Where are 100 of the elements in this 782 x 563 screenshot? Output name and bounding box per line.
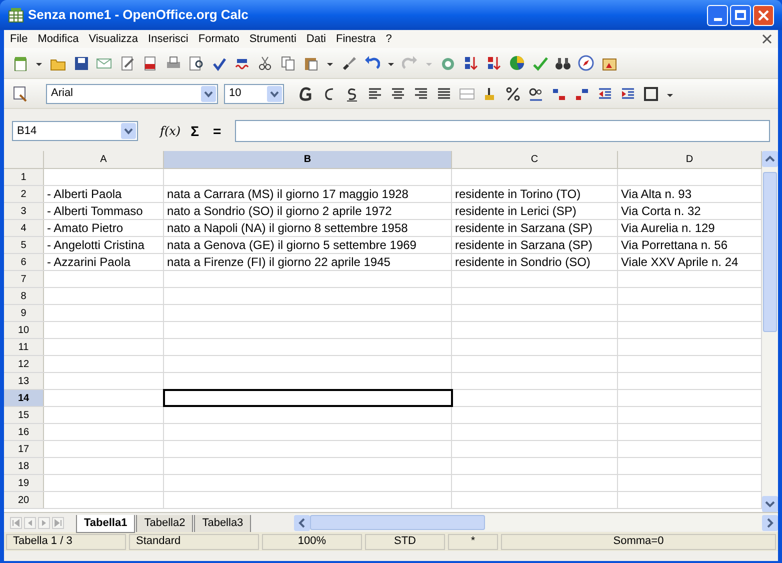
borders-icon[interactable] — [643, 86, 659, 102]
pdf-icon[interactable] — [142, 55, 158, 71]
row-header[interactable]: 4 — [4, 220, 44, 236]
decrease-indent-icon[interactable] — [597, 86, 613, 102]
menu-item[interactable]: File — [10, 30, 28, 48]
sort-ascending-icon[interactable] — [463, 55, 479, 71]
table-cell: residente in Sarzana (SP) — [452, 237, 618, 253]
new-document-icon[interactable] — [12, 55, 28, 71]
menu-item[interactable]: Dati — [306, 30, 326, 48]
print-preview-icon[interactable] — [188, 55, 204, 71]
row-header[interactable]: 13 — [4, 373, 44, 389]
row-header[interactable]: 15 — [4, 407, 44, 423]
spreadsheet-icon — [8, 7, 24, 23]
row-header[interactable]: 5 — [4, 237, 44, 253]
menu-item[interactable]: Finestra — [336, 30, 376, 48]
underline-icon[interactable] — [344, 86, 360, 102]
save-icon[interactable] — [73, 55, 89, 71]
sheet-tab[interactable]: Tabella2 — [136, 514, 194, 532]
justify-icon[interactable] — [436, 86, 452, 102]
table-cell: residente in Torino (TO) — [452, 186, 618, 202]
row-header[interactable]: 3 — [4, 203, 44, 219]
row-header[interactable]: 14 — [4, 390, 44, 406]
scroll-right-icon[interactable] — [762, 514, 778, 530]
name-box[interactable]: B14 — [12, 121, 138, 141]
dropdown-icon[interactable] — [201, 86, 216, 102]
row-header[interactable]: 7 — [4, 271, 44, 287]
menu-item[interactable]: Visualizza — [88, 30, 138, 48]
row-header[interactable]: 12 — [4, 356, 44, 372]
maximize-button[interactable] — [730, 4, 751, 26]
row-header[interactable]: 19 — [4, 475, 44, 491]
percent-icon[interactable] — [505, 86, 521, 102]
copy-icon[interactable] — [280, 55, 296, 71]
navigator-icon[interactable] — [440, 55, 456, 71]
undo-icon[interactable] — [364, 55, 380, 71]
table-cell: - Azzarini Paola — [44, 254, 164, 270]
menu-item[interactable]: Strumenti — [249, 30, 296, 48]
increase-indent-icon[interactable] — [620, 86, 636, 102]
font-size-field[interactable]: 10 — [224, 84, 284, 104]
binoculars-icon[interactable] — [555, 55, 571, 71]
row-header[interactable]: 9 — [4, 305, 44, 321]
menu-item[interactable]: Inserisci — [148, 30, 188, 48]
menu-item[interactable]: Formato — [198, 30, 240, 48]
table-cell: - Angelotti Cristina — [44, 237, 164, 253]
row-header[interactable]: 11 — [4, 339, 44, 355]
window-title: Senza nome1 - OpenOffice.org Calc — [28, 6, 250, 24]
row-header[interactable]: 2 — [4, 186, 44, 202]
align-center-icon[interactable] — [390, 86, 406, 102]
edit-document-icon[interactable] — [119, 55, 135, 71]
sheet-tab[interactable]: Tabella1 — [76, 514, 136, 532]
column-header[interactable]: B — [164, 151, 452, 168]
scroll-down-icon[interactable] — [762, 496, 778, 512]
row-header[interactable]: 6 — [4, 254, 44, 270]
table-cell: residente in Lerici (SP) — [452, 203, 618, 219]
row-header[interactable]: 8 — [4, 288, 44, 304]
row-header[interactable]: 16 — [4, 424, 44, 440]
status-field: * — [448, 534, 498, 550]
formula-button[interactable]: = — [212, 120, 222, 142]
minimize-button[interactable] — [707, 4, 728, 26]
table-cell: nata a Genova (GE) il giorno 5 settembre 1969 — [164, 237, 452, 253]
printer-icon[interactable] — [165, 55, 181, 71]
table-cell: - Alberti Paola — [44, 186, 164, 202]
paintbrush-icon[interactable] — [341, 55, 357, 71]
menu-item[interactable]: Modifica — [38, 30, 79, 48]
scroll-thumb[interactable] — [310, 515, 485, 530]
scroll-left-icon[interactable] — [294, 514, 310, 530]
table-cell: - Alberti Tommaso — [44, 203, 164, 219]
status-field: Standard — [129, 534, 259, 550]
horizontal-scrollbar[interactable] — [294, 514, 778, 531]
row-header[interactable]: 18 — [4, 458, 44, 474]
scroll-thumb[interactable] — [763, 172, 777, 332]
paste-icon[interactable] — [303, 55, 319, 71]
table-cell: nato a Napoli (NA) il giorno 8 settembre 1958 — [164, 220, 452, 236]
status-field: Somma=0 — [501, 534, 776, 550]
close-icon[interactable] — [758, 10, 769, 20]
row-header[interactable]: 1 — [4, 169, 44, 185]
sort-descending-icon[interactable] — [486, 55, 502, 71]
function-wizard-button[interactable]: f(x) — [160, 122, 181, 140]
scroll-up-icon[interactable] — [762, 151, 778, 167]
compass-icon[interactable] — [578, 55, 594, 71]
status-field: 100% — [262, 534, 362, 550]
scissors-icon[interactable] — [257, 55, 273, 71]
bold-icon[interactable] — [298, 86, 314, 102]
row-header[interactable]: 20 — [4, 492, 44, 508]
pie-chart-icon[interactable] — [509, 55, 525, 71]
row-header[interactable]: 17 — [4, 441, 44, 457]
font-name-field[interactable]: Arial — [46, 84, 218, 104]
table-cell: nato a Sondrio (SO) il giorno 2 aprile 1972 — [164, 203, 452, 219]
sum-button[interactable]: Σ — [190, 120, 199, 142]
row-header[interactable]: 10 — [4, 322, 44, 338]
close-button[interactable] — [753, 4, 774, 26]
close-document-icon[interactable] — [762, 34, 772, 44]
merge-cells-icon[interactable] — [459, 86, 475, 102]
active-cell[interactable] — [164, 390, 452, 406]
formula-input[interactable] — [235, 120, 770, 142]
align-right-icon[interactable] — [413, 86, 429, 102]
menu-item[interactable]: ? — [386, 30, 392, 48]
dropdown-icon[interactable] — [267, 86, 282, 102]
vertical-scrollbar[interactable] — [762, 151, 778, 512]
sheet-tab[interactable]: Tabella3 — [194, 514, 252, 532]
align-left-icon[interactable] — [367, 86, 383, 102]
